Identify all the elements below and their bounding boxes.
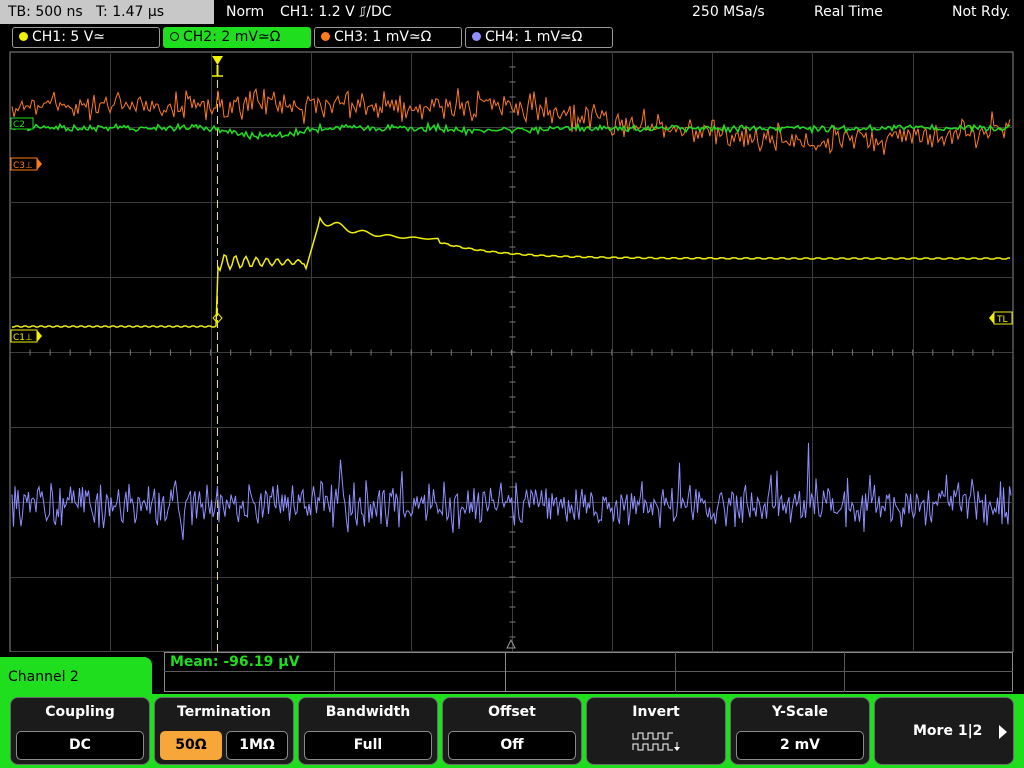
tab-ch2[interactable]: CH2: 2 mV≃Ω bbox=[163, 27, 311, 48]
ch4-dot-icon bbox=[472, 32, 481, 41]
coupling-title: Coupling bbox=[45, 704, 115, 720]
trigger-settings[interactable]: CH1: 1.2 V ⎎/DC bbox=[280, 0, 392, 24]
yscale-title: Y-Scale bbox=[771, 704, 828, 720]
trigger-level-label: TL bbox=[996, 315, 1008, 325]
bandwidth-value[interactable]: Full bbox=[304, 731, 432, 760]
trigger-time-value: T: 1.47 µs bbox=[96, 4, 165, 20]
ch3-marker-label: C3⊥ bbox=[13, 161, 33, 171]
offset-title: Offset bbox=[488, 704, 536, 720]
tab-ch4-label: CH4: 1 mV≃Ω bbox=[485, 29, 583, 45]
coupling-softkey[interactable]: Coupling DC bbox=[10, 697, 150, 765]
termination-softkey[interactable]: Termination 50Ω 1MΩ bbox=[154, 697, 294, 765]
invert-softkey[interactable]: Invert bbox=[586, 697, 726, 765]
tab-ch1-label: CH1: 5 V≃ bbox=[32, 29, 106, 45]
tab-ch3[interactable]: CH3: 1 mV≃Ω bbox=[314, 27, 462, 48]
more-softkey[interactable]: More 1|2 bbox=[874, 697, 1014, 765]
status-bar: Norm CH1: 1.2 V ⎎/DC 250 MSa/s Real Time… bbox=[216, 0, 1024, 24]
offset-value[interactable]: Off bbox=[448, 731, 576, 760]
yscale-value[interactable]: 2 mV bbox=[736, 731, 864, 760]
termination-1mohm-option[interactable]: 1MΩ bbox=[226, 731, 288, 760]
trigger-mode[interactable]: Norm bbox=[226, 0, 264, 24]
arrow-right-icon bbox=[999, 725, 1007, 739]
sample-rate: 250 MSa/s bbox=[692, 4, 765, 20]
menu-title: Channel 2 bbox=[0, 657, 152, 697]
timebase-value: TB: 500 ns bbox=[8, 4, 83, 20]
ch1-marker-label: C1⊥ bbox=[13, 333, 33, 343]
graticule: C3⊥ C2 C1⊥ TL bbox=[9, 51, 1014, 652]
waveform-display[interactable]: C3⊥ C2 C1⊥ TL bbox=[0, 50, 1024, 652]
ch3-offset-marker[interactable]: C3⊥ bbox=[10, 157, 42, 171]
invert-title: Invert bbox=[632, 704, 680, 720]
acquisition-state: Not Rdy. bbox=[952, 4, 1011, 20]
termination-title: Termination bbox=[177, 704, 271, 720]
yscale-softkey[interactable]: Y-Scale 2 mV bbox=[730, 697, 870, 765]
offset-softkey[interactable]: Offset Off bbox=[442, 697, 582, 765]
tab-ch3-label: CH3: 1 mV≃Ω bbox=[334, 29, 432, 45]
timebase-display[interactable]: TB: 500 ns T: 1.47 µs bbox=[0, 0, 214, 24]
acquisition-mode[interactable]: Real Time bbox=[814, 0, 883, 24]
coupling-value[interactable]: DC bbox=[16, 731, 144, 760]
ch2-offset-marker[interactable]: C2 bbox=[10, 117, 34, 130]
more-label: More 1|2 bbox=[913, 723, 983, 739]
termination-50ohm-option[interactable]: 50Ω bbox=[160, 731, 222, 760]
ch1-offset-marker[interactable]: C1⊥ bbox=[10, 329, 42, 343]
ch1-dot-icon bbox=[19, 32, 28, 41]
ch2-dot-icon bbox=[170, 32, 179, 41]
bandwidth-title: Bandwidth bbox=[325, 704, 411, 720]
measurement-panel[interactable]: Mean: -96.19 µV bbox=[164, 652, 1013, 692]
invert-waveform-icon bbox=[587, 730, 725, 756]
tab-ch2-label: CH2: 2 mV≃Ω bbox=[183, 29, 281, 45]
ch2-marker-label: C2 bbox=[13, 120, 25, 130]
bandwidth-softkey[interactable]: Bandwidth Full bbox=[298, 697, 438, 765]
tab-ch1[interactable]: CH1: 5 V≃ bbox=[12, 27, 160, 48]
mean-measurement: Mean: -96.19 µV bbox=[170, 654, 300, 670]
tab-ch4[interactable]: CH4: 1 mV≃Ω bbox=[465, 27, 613, 48]
ch3-dot-icon bbox=[321, 32, 330, 41]
